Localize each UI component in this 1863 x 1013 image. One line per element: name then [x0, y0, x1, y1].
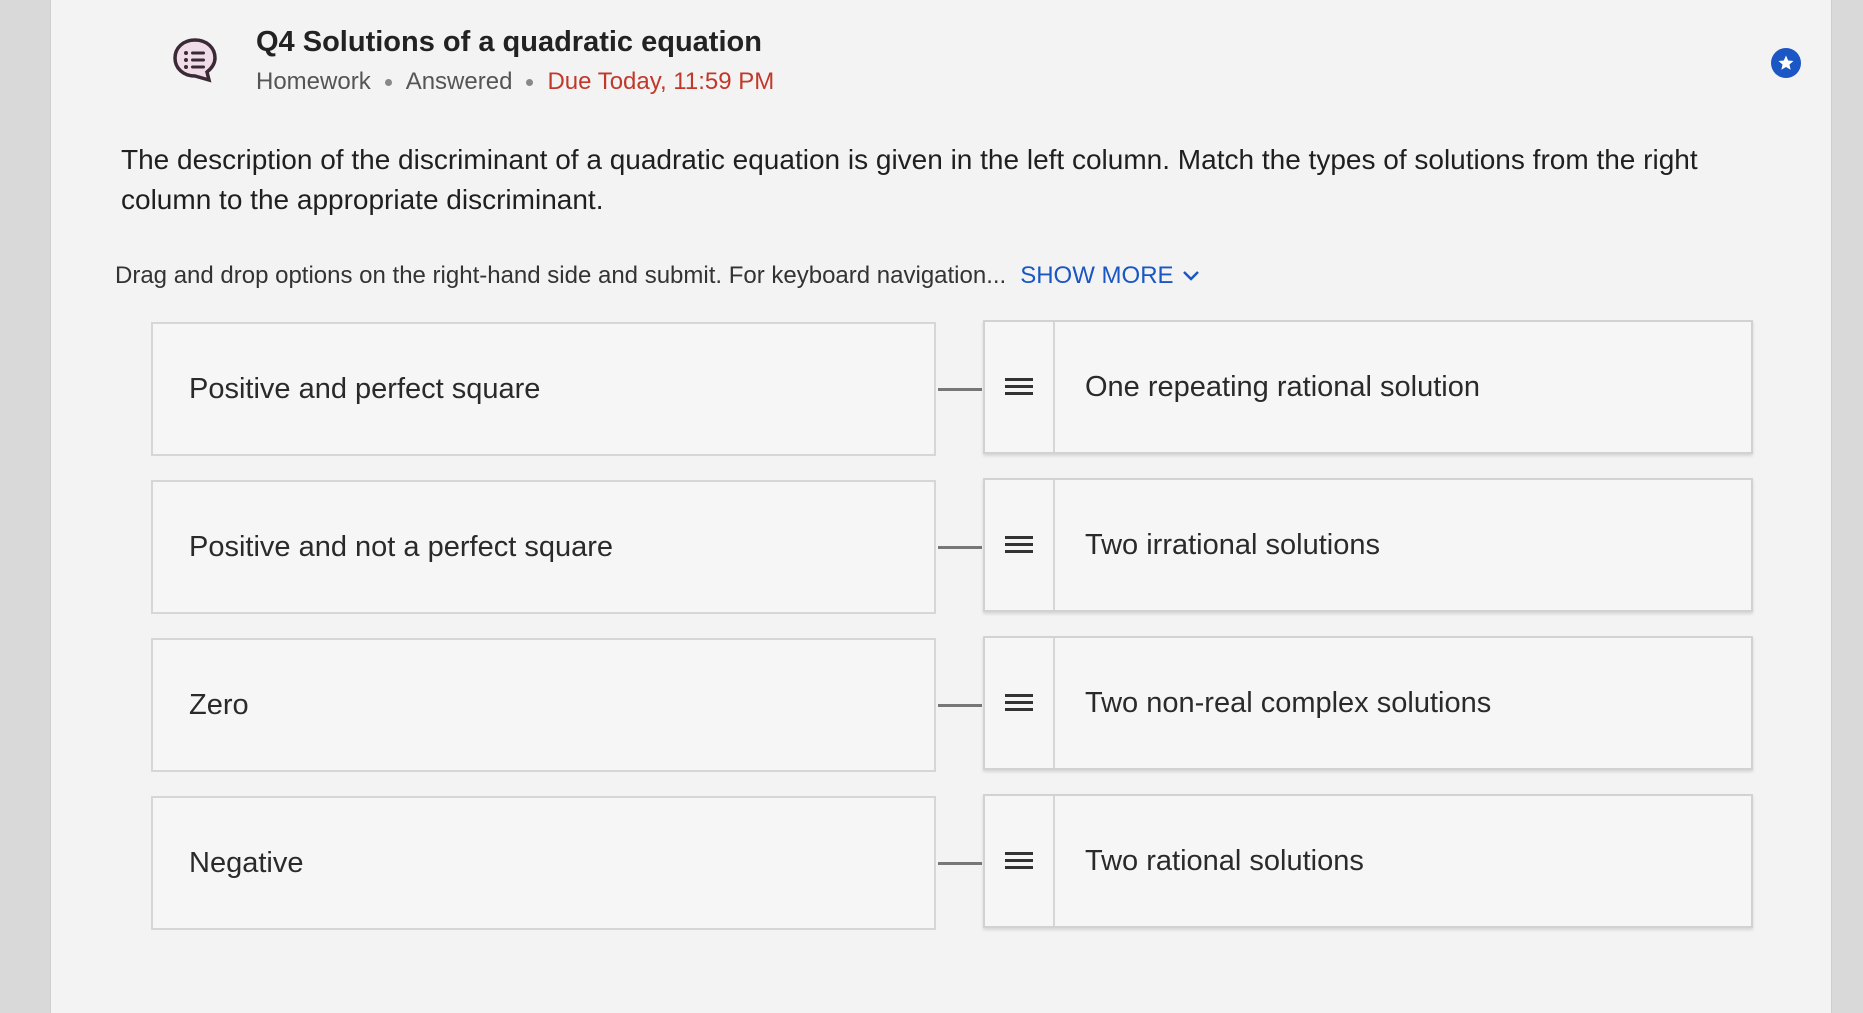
draggable-option[interactable]: Two non-real complex solutions	[983, 636, 1753, 770]
question-meta: Homework Answered Due Today, 11:59 PM	[256, 68, 774, 96]
star-icon	[1778, 55, 1794, 70]
solution-label: Two rational solutions	[1085, 844, 1364, 877]
assignment-type: Homework	[256, 68, 371, 95]
match-row: Negative Two rational solutions	[151, 794, 1831, 932]
meta-separator	[526, 78, 534, 86]
match-row: Zero Two non-real complex solutions	[151, 636, 1831, 774]
instructions: Drag and drop options on the right-hand …	[115, 262, 1200, 290]
drag-handle-icon[interactable]	[985, 638, 1055, 768]
draggable-option[interactable]: Two rational solutions	[983, 794, 1753, 928]
discriminant-label: Zero	[189, 688, 249, 721]
match-connector	[938, 546, 982, 549]
drop-target[interactable]: Positive and perfect square	[151, 322, 936, 456]
solution-label: One repeating rational solution	[1085, 370, 1480, 403]
match-row: Positive and not a perfect square Two ir…	[151, 478, 1831, 616]
discriminant-label: Negative	[189, 846, 304, 879]
match-connector	[938, 388, 982, 391]
chevron-down-icon	[1182, 271, 1199, 281]
drag-handle-icon[interactable]	[985, 322, 1055, 452]
match-row: Positive and perfect square One repeatin…	[151, 320, 1831, 458]
question-header: Q4 Solutions of a quadratic equation Hom…	[121, 22, 1821, 102]
drop-target[interactable]: Negative	[151, 796, 936, 930]
question-title: Q4 Solutions of a quadratic equation	[256, 26, 762, 58]
answer-status: Answered	[405, 68, 513, 95]
bookmark-star-button[interactable]	[1771, 48, 1801, 78]
question-prompt: The description of the discriminant of a…	[121, 144, 1698, 215]
match-connector	[938, 704, 982, 707]
drag-handle-icon[interactable]	[985, 796, 1055, 926]
drop-target[interactable]: Zero	[151, 638, 936, 772]
question-card: Q4 Solutions of a quadratic equation Hom…	[50, 0, 1832, 1013]
draggable-option[interactable]: Two irrational solutions	[983, 478, 1753, 612]
match-connector	[938, 862, 982, 865]
solution-label: Two non-real complex solutions	[1085, 686, 1492, 719]
instructions-text: Drag and drop options on the right-hand …	[115, 262, 1007, 289]
solution-label: Two irrational solutions	[1085, 528, 1380, 561]
discriminant-label: Positive and not a perfect square	[189, 530, 613, 563]
show-more-label: SHOW MORE	[1020, 262, 1174, 289]
show-more-link[interactable]: SHOW MORE	[1020, 262, 1199, 290]
discriminant-label: Positive and perfect square	[189, 372, 541, 405]
draggable-option[interactable]: One repeating rational solution	[983, 320, 1753, 454]
due-date: Due Today, 11:59 PM	[547, 68, 775, 95]
drop-target[interactable]: Positive and not a perfect square	[151, 480, 936, 614]
meta-separator	[384, 78, 392, 86]
drag-handle-icon[interactable]	[985, 480, 1055, 610]
chat-list-icon	[171, 36, 219, 84]
